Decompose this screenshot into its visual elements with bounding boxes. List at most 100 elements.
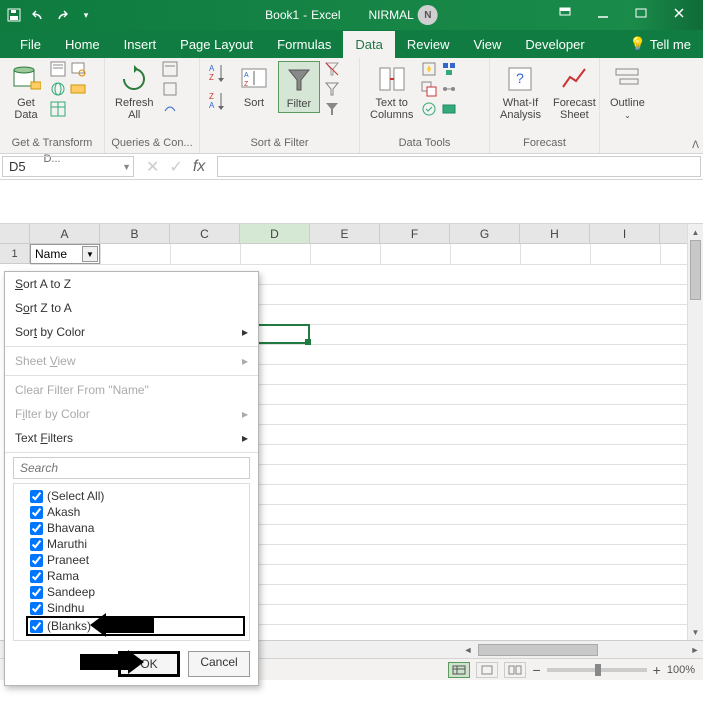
col-header[interactable]: A <box>30 224 100 243</box>
collapse-ribbon-icon[interactable]: ᐱ <box>692 140 699 151</box>
sort-az-icon[interactable]: AZ <box>206 61 230 85</box>
app-name: Excel <box>311 8 340 22</box>
tab-insert[interactable]: Insert <box>112 31 169 58</box>
cell-a1[interactable]: Name ▼ <box>30 244 100 264</box>
maximize-icon[interactable] <box>623 0 659 28</box>
clear-filter-icon[interactable] <box>324 61 340 77</box>
remove-dup-icon[interactable] <box>421 81 437 97</box>
filter-check[interactable] <box>30 522 43 535</box>
col-header[interactable]: E <box>310 224 380 243</box>
col-header[interactable]: G <box>450 224 520 243</box>
advanced-filter-icon[interactable] <box>324 101 340 117</box>
filter-button[interactable]: Filter <box>278 61 320 113</box>
chevron-down-icon[interactable]: ▼ <box>122 162 131 172</box>
close-icon[interactable] <box>661 0 697 28</box>
queries-icon[interactable] <box>162 61 178 77</box>
filter-check-blanks[interactable] <box>30 620 43 633</box>
tab-view[interactable]: View <box>461 31 513 58</box>
tab-review[interactable]: Review <box>395 31 462 58</box>
zoom-out-icon[interactable]: − <box>532 662 540 678</box>
col-header[interactable]: H <box>520 224 590 243</box>
enter-formula-icon[interactable]: ✓ <box>169 157 182 177</box>
redo-icon[interactable] <box>54 7 70 23</box>
ribbon: Get Data Get & Transform D... Refresh Al… <box>0 58 703 154</box>
sort-za-icon[interactable]: ZA <box>206 89 230 113</box>
sort-az-item[interactable]: Sort A to Z <box>5 272 258 296</box>
filter-dropdown-icon[interactable]: ▼ <box>82 246 98 262</box>
tab-formulas[interactable]: Formulas <box>265 31 343 58</box>
sort-button[interactable]: AZ Sort <box>234 61 274 111</box>
what-if-button[interactable]: ? What-If Analysis <box>496 61 545 123</box>
cancel-button[interactable]: Cancel <box>188 651 250 677</box>
consolidate-icon[interactable] <box>441 61 457 77</box>
filter-search-input[interactable] <box>13 457 250 479</box>
document-title: Book1 <box>265 8 299 22</box>
zoom-in-icon[interactable]: + <box>653 662 661 678</box>
cancel-formula-icon[interactable]: ✕ <box>146 157 159 177</box>
scroll-up-icon[interactable]: ▲ <box>688 224 703 240</box>
outline-button[interactable]: Outline ⌄ <box>606 61 649 122</box>
text-to-columns-button[interactable]: Text to Columns <box>366 61 417 123</box>
from-table-icon[interactable] <box>50 101 66 117</box>
filter-check[interactable] <box>30 490 43 503</box>
hscroll-thumb[interactable] <box>478 644 598 656</box>
normal-view-icon[interactable] <box>448 662 470 678</box>
qat-more-icon[interactable]: ▾ <box>78 7 94 23</box>
filter-check[interactable] <box>30 538 43 551</box>
data-validation-icon[interactable] <box>421 101 437 117</box>
filter-check[interactable] <box>30 586 43 599</box>
name-box[interactable]: D5 ▼ <box>2 156 134 177</box>
refresh-all-button[interactable]: Refresh All <box>111 61 158 123</box>
fx-icon[interactable]: fx <box>193 158 205 176</box>
zoom-knob[interactable] <box>595 664 601 676</box>
relationships-icon[interactable] <box>441 81 457 97</box>
undo-icon[interactable] <box>30 7 46 23</box>
save-icon[interactable] <box>6 7 22 23</box>
tab-data[interactable]: Data <box>343 31 394 58</box>
tab-file[interactable]: File <box>8 31 53 58</box>
tell-me[interactable]: 💡 Tell me <box>618 30 703 58</box>
lightbulb-icon: 💡 <box>630 36 646 52</box>
ribbon-options-icon[interactable] <box>547 0 583 28</box>
formula-bar[interactable] <box>217 156 701 177</box>
tab-page-layout[interactable]: Page Layout <box>168 31 265 58</box>
zoom-slider[interactable] <box>547 668 647 672</box>
col-header[interactable]: D <box>240 224 310 243</box>
page-layout-view-icon[interactable] <box>476 662 498 678</box>
col-header[interactable]: F <box>380 224 450 243</box>
data-model-icon[interactable] <box>441 101 457 117</box>
forecast-sheet-button[interactable]: Forecast Sheet <box>549 61 600 123</box>
row-header[interactable]: 1 <box>0 244 30 264</box>
zoom-level[interactable]: 100% <box>667 664 695 676</box>
reapply-icon[interactable] <box>324 81 340 97</box>
page-break-view-icon[interactable] <box>504 662 526 678</box>
scroll-down-icon[interactable]: ▼ <box>688 624 703 640</box>
vertical-scrollbar[interactable]: ▲ ▼ <box>687 224 703 640</box>
text-filters-item[interactable]: Text Filters▸ <box>5 426 258 450</box>
existing-conn-icon[interactable] <box>70 81 86 97</box>
edit-links-icon[interactable] <box>162 101 178 117</box>
scroll-thumb[interactable] <box>690 240 701 300</box>
filter-check[interactable] <box>30 602 43 615</box>
col-header[interactable]: C <box>170 224 240 243</box>
avatar[interactable]: N <box>418 5 438 25</box>
flash-fill-icon[interactable] <box>421 61 437 77</box>
tab-developer[interactable]: Developer <box>513 31 596 58</box>
filter-check[interactable] <box>30 506 43 519</box>
sort-by-color-item[interactable]: Sort by Color▸ <box>5 320 258 344</box>
from-web-icon[interactable] <box>50 81 66 97</box>
filter-check[interactable] <box>30 570 43 583</box>
col-header[interactable]: I <box>590 224 660 243</box>
from-text-icon[interactable] <box>50 61 66 77</box>
get-data-button[interactable]: Get Data <box>6 61 46 123</box>
minimize-icon[interactable] <box>585 0 621 28</box>
tab-home[interactable]: Home <box>53 31 112 58</box>
sort-za-item[interactable]: Sort Z to A <box>5 296 258 320</box>
select-all-corner[interactable] <box>0 224 30 243</box>
filter-check[interactable] <box>30 554 43 567</box>
recent-sources-icon[interactable] <box>70 61 86 77</box>
properties-icon[interactable] <box>162 81 178 97</box>
scroll-right-icon[interactable]: ► <box>687 645 703 655</box>
scroll-left-icon[interactable]: ◄ <box>460 645 476 655</box>
col-header[interactable]: B <box>100 224 170 243</box>
